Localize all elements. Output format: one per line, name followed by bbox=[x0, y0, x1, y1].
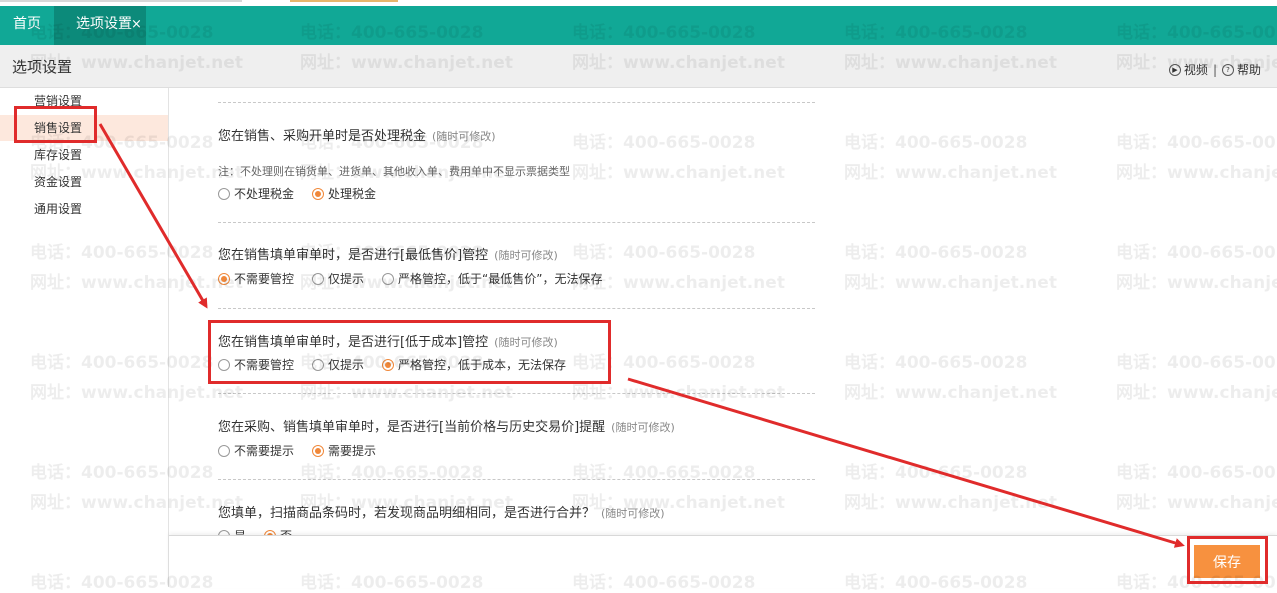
arrow-sales-to-setting bbox=[98, 123, 208, 309]
arrow-setting-to-save bbox=[627, 377, 1185, 548]
annotation-arrows bbox=[98, 123, 1185, 548]
